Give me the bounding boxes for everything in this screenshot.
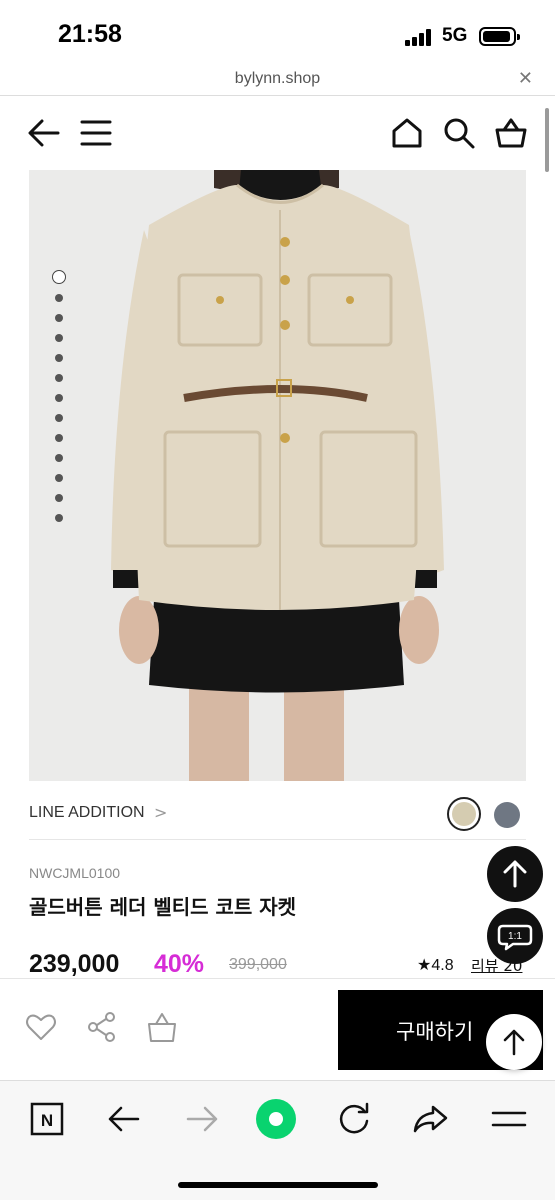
purchase-bar: 구매하기 <box>0 978 555 1078</box>
share-icon[interactable] <box>86 1011 118 1043</box>
page-scrollbar[interactable] <box>545 108 549 172</box>
slide-dot-active[interactable] <box>52 270 66 284</box>
status-bar: 21:58 5G <box>0 0 555 62</box>
search-icon[interactable] <box>442 116 476 150</box>
slide-dot[interactable] <box>55 434 63 442</box>
arrow-up-icon <box>503 860 527 888</box>
back-arrow-icon[interactable] <box>27 116 61 150</box>
naver-n-icon[interactable]: N <box>27 1099 67 1139</box>
slide-dot[interactable] <box>55 454 63 462</box>
discount-rate: 40% <box>154 950 205 978</box>
heart-icon[interactable] <box>25 1011 57 1043</box>
color-swatch-beige[interactable] <box>447 797 481 831</box>
chat-bubble-icon: 1:1 <box>497 924 533 951</box>
product-title: 골드버튼 레더 벨티드 코트 자켓 <box>29 895 297 919</box>
naver-n-label: N <box>41 1111 53 1130</box>
scroll-top-button[interactable] <box>487 846 543 902</box>
browser-toolbar: N <box>0 1080 555 1200</box>
product-photo <box>29 170 526 781</box>
slide-dot[interactable] <box>55 374 63 382</box>
tabs-menu-icon[interactable] <box>489 1099 529 1139</box>
slide-dot[interactable] <box>55 414 63 422</box>
buy-button-label: 구매하기 <box>396 1020 474 1044</box>
line-addition-link[interactable]: LINE ADDITION <box>29 804 145 822</box>
product-sku: NWCJML0100 <box>29 865 121 881</box>
battery-icon <box>479 27 520 46</box>
product-image[interactable] <box>29 170 526 781</box>
slide-indicator[interactable] <box>52 270 66 534</box>
scroll-top-button-secondary[interactable] <box>486 1014 542 1070</box>
sale-price: 239,000 <box>29 950 120 978</box>
slide-dot[interactable] <box>55 334 63 342</box>
url-text[interactable]: bylynn.shop <box>0 70 555 88</box>
home-indicator <box>178 1182 378 1188</box>
original-price: 399,000 <box>229 956 287 973</box>
naver-green-button-icon[interactable] <box>256 1099 296 1139</box>
color-swatch-gray[interactable] <box>494 802 520 828</box>
signal-icon <box>405 28 433 46</box>
slide-dot[interactable] <box>55 314 63 322</box>
site-header <box>0 100 555 166</box>
status-time: 21:58 <box>58 20 122 48</box>
forward-icon[interactable] <box>182 1099 222 1139</box>
price-row: 239,000 40% 399,000 ★4.8 리뷰 20 <box>29 950 526 980</box>
home-icon[interactable] <box>390 116 424 150</box>
slide-dot[interactable] <box>55 354 63 362</box>
back-icon[interactable] <box>104 1099 144 1139</box>
chat-button[interactable]: 1:1 <box>487 908 543 964</box>
slide-dot[interactable] <box>55 514 63 522</box>
slide-dot[interactable] <box>55 394 63 402</box>
chat-label: 1:1 <box>508 931 522 942</box>
arrow-up-icon <box>503 1029 525 1056</box>
menu-icon[interactable] <box>79 116 113 150</box>
reload-icon[interactable] <box>334 1099 374 1139</box>
cart-icon[interactable] <box>494 116 528 150</box>
close-icon[interactable]: ✕ <box>518 68 533 89</box>
slide-dot[interactable] <box>55 474 63 482</box>
network-label: 5G <box>442 25 468 46</box>
shopping-bag-icon[interactable] <box>146 1011 178 1043</box>
url-bar[interactable]: bylynn.shop ✕ <box>0 62 555 96</box>
share-forward-icon[interactable] <box>411 1099 451 1139</box>
slide-dot[interactable] <box>55 494 63 502</box>
chevron-right-icon: > <box>154 803 168 822</box>
slide-dot[interactable] <box>55 294 63 302</box>
rating: ★4.8 <box>417 957 454 974</box>
line-addition-row[interactable]: LINE ADDITION > <box>29 790 526 840</box>
